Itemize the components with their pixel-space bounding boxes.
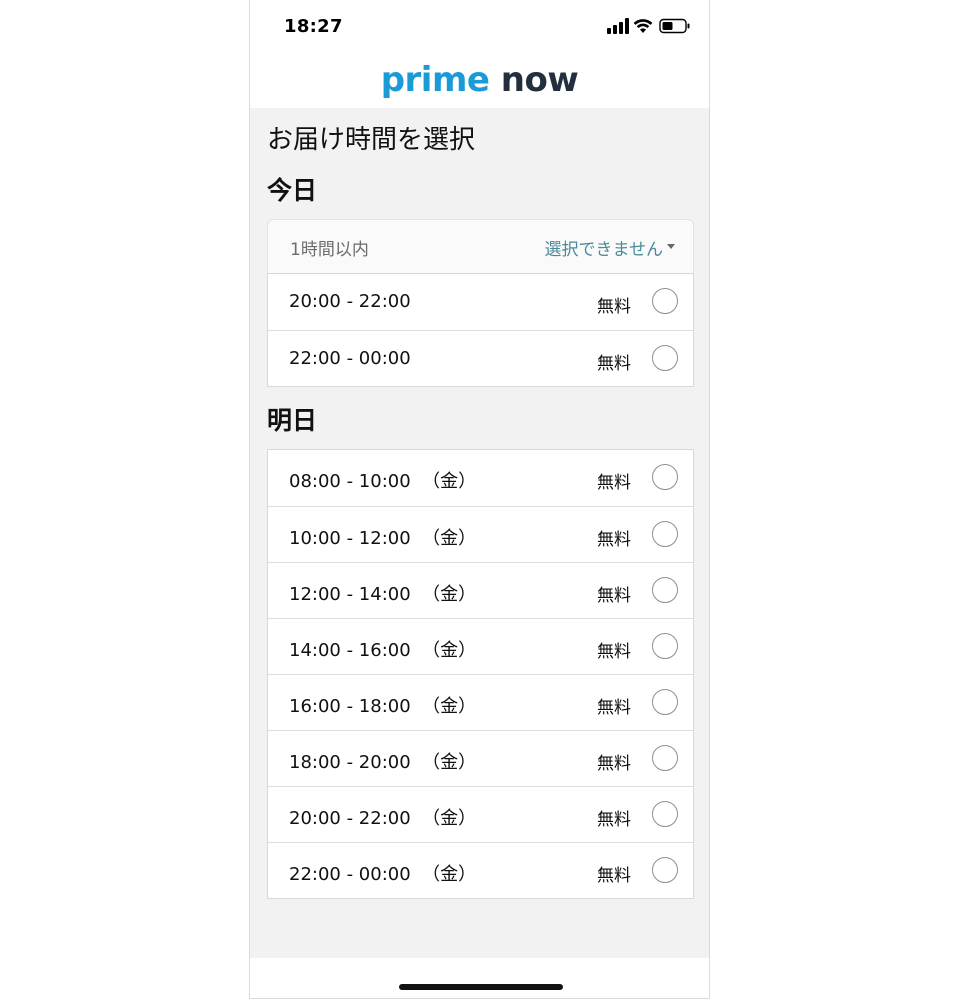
express-label: 1時間以内	[290, 240, 369, 260]
slot-fee: 無料	[597, 297, 631, 317]
battery-icon	[659, 18, 690, 34]
time-slot-row[interactable]: 08:00 - 10:00 （金） 無料	[268, 450, 693, 506]
caret-down-icon[interactable]	[667, 244, 675, 249]
express-status-dropdown[interactable]: 選択できません	[545, 235, 664, 260]
time-slot-row[interactable]: 20:00 - 22:00 （金） 無料	[268, 786, 693, 842]
slot-time: 14:00 - 16:00 （金）	[289, 640, 477, 661]
logo-prime-text: prime	[380, 60, 490, 100]
slot-fee: 無料	[597, 866, 631, 886]
slot-time: 22:00 - 00:00 （金）	[289, 864, 477, 885]
status-time: 18:27	[284, 16, 343, 37]
slot-fee: 無料	[597, 586, 631, 606]
slot-time: 12:00 - 14:00 （金）	[289, 584, 477, 605]
time-slot-row[interactable]: 16:00 - 18:00 （金） 無料	[268, 674, 693, 730]
time-slot-row[interactable]: 22:00 - 00:00 （金） 無料	[268, 842, 693, 898]
slot-time: 22:00 - 00:00	[289, 348, 411, 369]
time-slot-row[interactable]: 22:00 - 00:00 無料	[268, 330, 693, 386]
signal-icon	[607, 18, 629, 34]
slot-time: 16:00 - 18:00 （金）	[289, 696, 477, 717]
radio-button[interactable]	[652, 464, 678, 490]
time-slot-row[interactable]: 12:00 - 14:00 （金） 無料	[268, 562, 693, 618]
radio-button[interactable]	[652, 745, 678, 771]
tomorrow-slot-list: 08:00 - 10:00 （金） 無料 10:00 - 12:00 （金） 無料 12…	[267, 449, 694, 899]
slot-fee: 無料	[597, 754, 631, 774]
radio-button[interactable]	[652, 577, 678, 603]
today-heading: 今日	[267, 176, 318, 205]
bottom-bar	[250, 958, 709, 998]
radio-button[interactable]	[652, 633, 678, 659]
slot-fee: 無料	[597, 530, 631, 550]
slot-fee: 無料	[597, 698, 631, 718]
status-bar: 18:27	[250, 0, 709, 56]
radio-button[interactable]	[652, 521, 678, 547]
slot-time: 08:00 - 10:00 （金）	[289, 471, 477, 492]
slot-fee: 無料	[597, 642, 631, 662]
radio-button[interactable]	[652, 345, 678, 371]
time-slot-row[interactable]: 20:00 - 22:00 無料	[268, 274, 693, 330]
slot-time: 20:00 - 22:00 （金）	[289, 808, 477, 829]
tomorrow-heading: 明日	[267, 406, 318, 435]
time-slot-row[interactable]: 14:00 - 16:00 （金） 無料	[268, 618, 693, 674]
slot-fee: 無料	[597, 354, 631, 374]
wifi-icon	[633, 19, 653, 33]
app-header: prime now	[250, 56, 709, 108]
express-delivery-row[interactable]: 1時間以内 選択できません	[267, 219, 694, 273]
delivery-time-content: お届け時間を選択 今日 1時間以内 選択できません 20:00 - 22:00 無…	[250, 108, 709, 958]
radio-button[interactable]	[652, 689, 678, 715]
radio-button[interactable]	[652, 801, 678, 827]
time-slot-row[interactable]: 10:00 - 12:00 （金） 無料	[268, 506, 693, 562]
radio-button[interactable]	[652, 857, 678, 883]
slot-time: 18:00 - 20:00 （金）	[289, 752, 477, 773]
radio-button[interactable]	[652, 288, 678, 314]
logo-now-text: now	[500, 60, 579, 100]
slot-fee: 無料	[597, 810, 631, 830]
slot-time: 10:00 - 12:00 （金）	[289, 528, 477, 549]
prime-now-logo: prime now	[381, 60, 579, 100]
home-indicator[interactable]	[399, 984, 563, 990]
slot-fee: 無料	[597, 473, 631, 493]
time-slot-row[interactable]: 18:00 - 20:00 （金） 無料	[268, 730, 693, 786]
page-title: お届け時間を選択	[267, 125, 476, 155]
status-icons	[603, 18, 693, 38]
slot-time: 20:00 - 22:00	[289, 291, 411, 312]
phone-screen: 18:27 prime now お届け時間を選択 今日 1時間以内 選択できませ…	[249, 0, 710, 999]
today-slot-list: 20:00 - 22:00 無料 22:00 - 00:00 無料	[267, 273, 694, 387]
